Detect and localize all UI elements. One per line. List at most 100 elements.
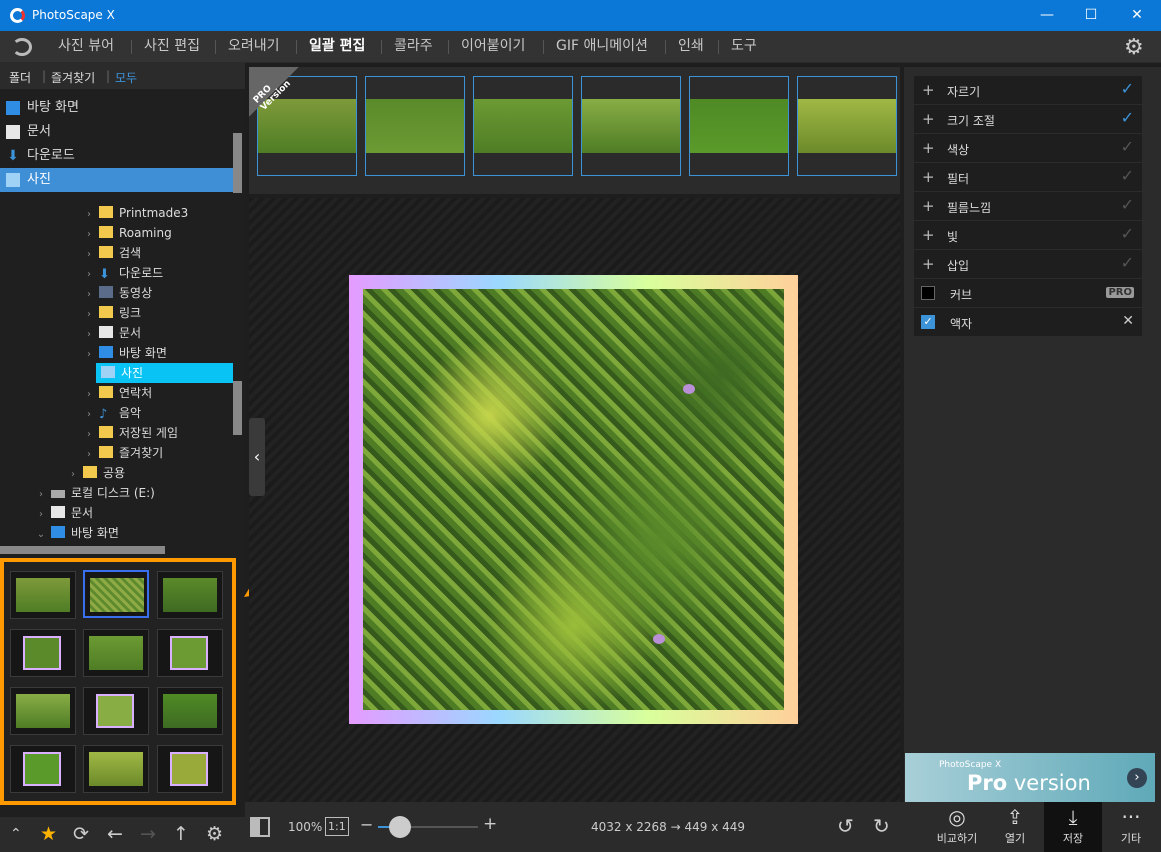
option-frame[interactable]: ✓ 액자 ✕	[914, 308, 1142, 336]
thumbnail[interactable]	[10, 629, 76, 677]
settings-gear-icon[interactable]: ⚙	[206, 823, 223, 845]
tree-item[interactable]: › 연락처	[82, 383, 152, 403]
strip-photo[interactable]	[365, 76, 465, 176]
quick-item-documents[interactable]: 문서	[0, 120, 233, 144]
thumbnail[interactable]	[157, 745, 223, 793]
tree-item[interactable]: › 문서	[82, 323, 141, 343]
option-filter[interactable]: + 필터 ✓	[914, 163, 1142, 191]
star-icon[interactable]: ★	[40, 823, 57, 845]
zoom-in-icon[interactable]: +	[483, 814, 497, 834]
thumbnail[interactable]	[157, 629, 223, 677]
refresh-icon[interactable]: ⟳	[73, 823, 89, 845]
left-tabs: 폴더 | 즐겨찾기 | 모두	[0, 63, 245, 89]
strip-photo[interactable]	[797, 76, 897, 176]
option-color[interactable]: + 색상 ✓	[914, 134, 1142, 162]
tree-item[interactable]: › 공용	[66, 463, 125, 483]
thumbnail-selected[interactable]	[83, 570, 149, 618]
tree-item[interactable]: › 로컬 디스크 (E:)	[34, 483, 155, 503]
tree-item[interactable]: › 바탕 화면	[82, 343, 167, 363]
menu-print[interactable]: 인쇄	[678, 31, 704, 63]
more-dots-icon: ···	[1121, 805, 1141, 829]
forward-arrow-icon[interactable]: →	[140, 823, 156, 845]
settings-gear-icon[interactable]: ⚙	[1124, 35, 1144, 60]
minimize-button[interactable]: —	[1024, 0, 1070, 31]
thumbnail[interactable]	[157, 687, 223, 735]
back-arrow-icon[interactable]: ←	[107, 823, 123, 845]
maximize-button[interactable]: ☐	[1068, 0, 1114, 31]
tree-item[interactable]: › Roaming	[82, 223, 172, 243]
up-arrow-icon[interactable]: ↑	[173, 823, 189, 845]
tree-item[interactable]: › ♪ 음악	[82, 403, 141, 423]
menu-batch-editor[interactable]: 일괄 편집	[309, 31, 365, 63]
zoom-level[interactable]: 100%	[288, 820, 322, 834]
tree-item[interactable]: › 검색	[82, 243, 141, 263]
split-view-icon[interactable]	[250, 817, 270, 837]
zoom-slider-knob[interactable]	[389, 816, 411, 838]
plus-icon: +	[922, 197, 935, 215]
chevron-up-icon[interactable]: ⌃	[10, 826, 22, 842]
menu-photo-editor[interactable]: 사진 편집	[144, 31, 200, 63]
strip-photo[interactable]	[689, 76, 789, 176]
save-button[interactable]: ⤓ 저장	[1044, 802, 1102, 852]
option-crop[interactable]: + 자르기 ✓	[914, 76, 1142, 104]
plus-icon: +	[922, 110, 935, 128]
quick-item-downloads[interactable]: ⬇ 다운로드	[0, 144, 233, 168]
rotate-left-icon[interactable]: ↺	[837, 814, 854, 838]
quick-item-desktop[interactable]: 바탕 화면	[0, 96, 233, 120]
tree-item[interactable]: › 링크	[82, 303, 141, 323]
tree-item[interactable]: › 저장된 게임	[82, 423, 178, 443]
quick-item-pictures[interactable]: 사진	[0, 168, 233, 192]
tab-folders[interactable]: 폴더	[9, 69, 31, 86]
collapse-panel-button[interactable]: ‹	[249, 418, 265, 496]
menu-cut-out[interactable]: 오려내기	[228, 31, 280, 63]
tree-horizontal-scrollbar[interactable]	[0, 546, 165, 554]
tree-item[interactable]: › ⬇ 다운로드	[82, 263, 163, 283]
tree-item[interactable]: › 동영상	[82, 283, 152, 303]
tab-favorites[interactable]: 즐겨찾기	[51, 69, 95, 86]
curve-checkbox[interactable]	[921, 286, 935, 300]
compare-button[interactable]: ◎ 비교하기	[928, 802, 986, 852]
thumbnail[interactable]	[83, 745, 149, 793]
thumbnail[interactable]	[10, 745, 76, 793]
thumbnail[interactable]	[83, 629, 149, 677]
desktop-icon	[6, 101, 20, 115]
pro-version-banner[interactable]: PhotoScape X Pro version ›	[905, 753, 1155, 802]
open-button[interactable]: ⇪ 열기	[986, 802, 1044, 852]
option-film[interactable]: + 필름느낌 ✓	[914, 192, 1142, 220]
tree-item-selected[interactable]: 사진	[96, 363, 233, 383]
close-button[interactable]: ✕	[1114, 0, 1160, 31]
frame-checkbox[interactable]: ✓	[921, 315, 935, 329]
menu-collage[interactable]: 콜라주	[394, 31, 433, 63]
option-resize[interactable]: + 크기 조절 ✓	[914, 105, 1142, 133]
quick-scrollbar[interactable]	[233, 133, 242, 193]
menu-gif-animation[interactable]: GIF 애니메이션	[556, 31, 648, 63]
thumbnail[interactable]	[83, 687, 149, 735]
strip-photo[interactable]	[581, 76, 681, 176]
desktop-icon	[51, 526, 65, 538]
zoom-out-icon[interactable]: −	[360, 815, 373, 834]
search-folder-icon	[99, 246, 113, 258]
thumbnail[interactable]	[10, 687, 76, 735]
tree-scrollbar[interactable]	[233, 381, 242, 435]
option-insert[interactable]: + 삽입 ✓	[914, 250, 1142, 278]
close-icon[interactable]: ✕	[1122, 313, 1134, 329]
drive-icon	[51, 490, 65, 498]
option-curve[interactable]: 커브 PRO	[914, 279, 1142, 307]
menu-photo-viewer[interactable]: 사진 뷰어	[58, 31, 114, 63]
menu-combine[interactable]: 이어붙이기	[461, 31, 525, 63]
pictures-icon	[101, 366, 115, 378]
more-button[interactable]: ··· 기타	[1102, 802, 1160, 852]
rotate-right-icon[interactable]: ↻	[873, 814, 890, 838]
tree-item[interactable]: › 문서	[34, 503, 93, 523]
tree-item[interactable]: › 즐겨찾기	[82, 443, 163, 463]
tree-item[interactable]: › Printmade3	[82, 203, 188, 223]
strip-photo[interactable]	[473, 76, 573, 176]
thumbnail[interactable]	[10, 571, 76, 619]
menu-tools[interactable]: 도구	[731, 31, 757, 63]
tab-all[interactable]: 모두	[115, 69, 137, 86]
home-icon[interactable]	[12, 38, 32, 56]
tree-item[interactable]: ⌄ 바탕 화면	[34, 523, 119, 543]
thumbnail[interactable]	[157, 571, 223, 619]
actual-size-button[interactable]: 1:1	[325, 817, 349, 836]
option-light[interactable]: + 빛 ✓	[914, 221, 1142, 249]
